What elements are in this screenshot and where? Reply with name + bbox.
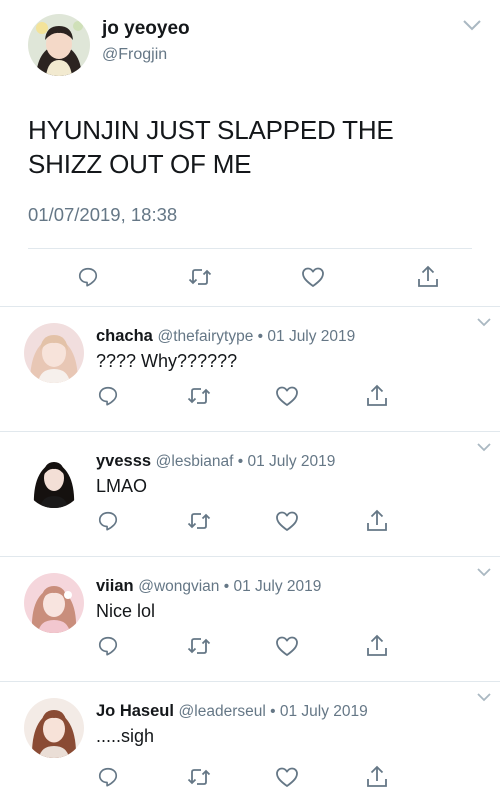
reply-actions [0,762,500,790]
share-icon[interactable] [362,381,392,411]
reply-date[interactable]: 01 July 2019 [233,578,321,595]
reply-icon[interactable] [73,262,103,292]
avatar[interactable] [24,573,84,633]
reply-icon[interactable] [93,506,123,536]
display-name[interactable]: yvesss [96,452,151,470]
reply-tweet[interactable]: viian @wongvian • 01 July 2019 Nice lol [0,557,500,681]
reply-date[interactable]: 01 July 2019 [247,453,335,470]
avatar[interactable] [24,698,84,758]
reply-tweet[interactable]: yvesss @lesbianaf • 01 July 2019 LMAO [0,432,500,556]
chevron-down-icon[interactable] [476,442,492,452]
reply-actions [0,631,500,659]
user-handle[interactable]: @wongvian [138,578,219,595]
separator-dot: • [265,703,280,720]
display-name[interactable]: jo yeoyeo [102,18,190,40]
user-handle[interactable]: @Frogjin [102,46,167,64]
reply-tweet[interactable]: chacha @thefairytype • 01 July 2019 ????… [0,307,500,431]
user-handle[interactable]: @lesbianaf [156,453,234,470]
tweet-text: HYUNJIN JUST SLAPPED THE SHIZZ OUT OF ME [28,115,394,179]
share-icon[interactable] [413,262,443,292]
reply-date[interactable]: 01 July 2019 [267,328,355,345]
chevron-down-icon[interactable] [476,317,492,327]
like-icon[interactable] [298,262,328,292]
reply-header: chacha @thefairytype • 01 July 2019 [96,327,355,346]
display-name[interactable]: Jo Haseul [96,702,174,720]
retweet-icon[interactable] [184,631,214,661]
reply-actions [0,506,500,534]
main-tweet: jo yeoyeo @Frogjin HYUNJIN JUST SLAPPED … [0,0,500,306]
avatar[interactable] [24,323,84,383]
separator-dot: • [233,453,248,470]
retweet-icon[interactable] [184,506,214,536]
avatar[interactable] [28,14,90,76]
reply-text: LMAO [96,476,148,496]
retweet-icon[interactable] [185,262,215,292]
display-name[interactable]: viian [96,577,134,595]
reply-text: Nice lol [96,601,156,621]
reply-text: .....sigh [96,726,155,746]
reply-text: ???? Why?????? [96,351,238,371]
like-icon[interactable] [272,381,302,411]
share-icon[interactable] [362,506,392,536]
separator-dot: • [219,578,234,595]
reply-header: yvesss @lesbianaf • 01 July 2019 [96,452,335,471]
reply-header: viian @wongvian • 01 July 2019 [96,577,321,596]
reply-icon[interactable] [93,631,123,661]
reply-icon[interactable] [93,762,123,792]
like-icon[interactable] [272,506,302,536]
reply-tweet[interactable]: Jo Haseul @leaderseul • 01 July 2019 ...… [0,682,500,800]
separator-dot: • [253,328,268,345]
reply-actions [0,381,500,409]
chevron-down-icon[interactable] [476,692,492,702]
retweet-icon[interactable] [184,381,214,411]
reply-icon[interactable] [93,381,123,411]
share-icon[interactable] [362,762,392,792]
like-icon[interactable] [272,631,302,661]
display-name[interactable]: chacha [96,327,153,345]
share-icon[interactable] [362,631,392,661]
divider [28,248,472,249]
reply-header: Jo Haseul @leaderseul • 01 July 2019 [96,702,368,721]
tweet-actions [0,262,500,292]
chevron-down-icon[interactable] [476,567,492,577]
chevron-down-icon[interactable] [462,18,482,32]
avatar[interactable] [24,448,84,508]
tweet-timestamp[interactable]: 01/07/2019, 18:38 [28,204,177,226]
reply-date[interactable]: 01 July 2019 [280,703,368,720]
retweet-icon[interactable] [184,762,214,792]
like-icon[interactable] [272,762,302,792]
user-handle[interactable]: @thefairytype [157,328,253,345]
user-handle[interactable]: @leaderseul [179,703,266,720]
